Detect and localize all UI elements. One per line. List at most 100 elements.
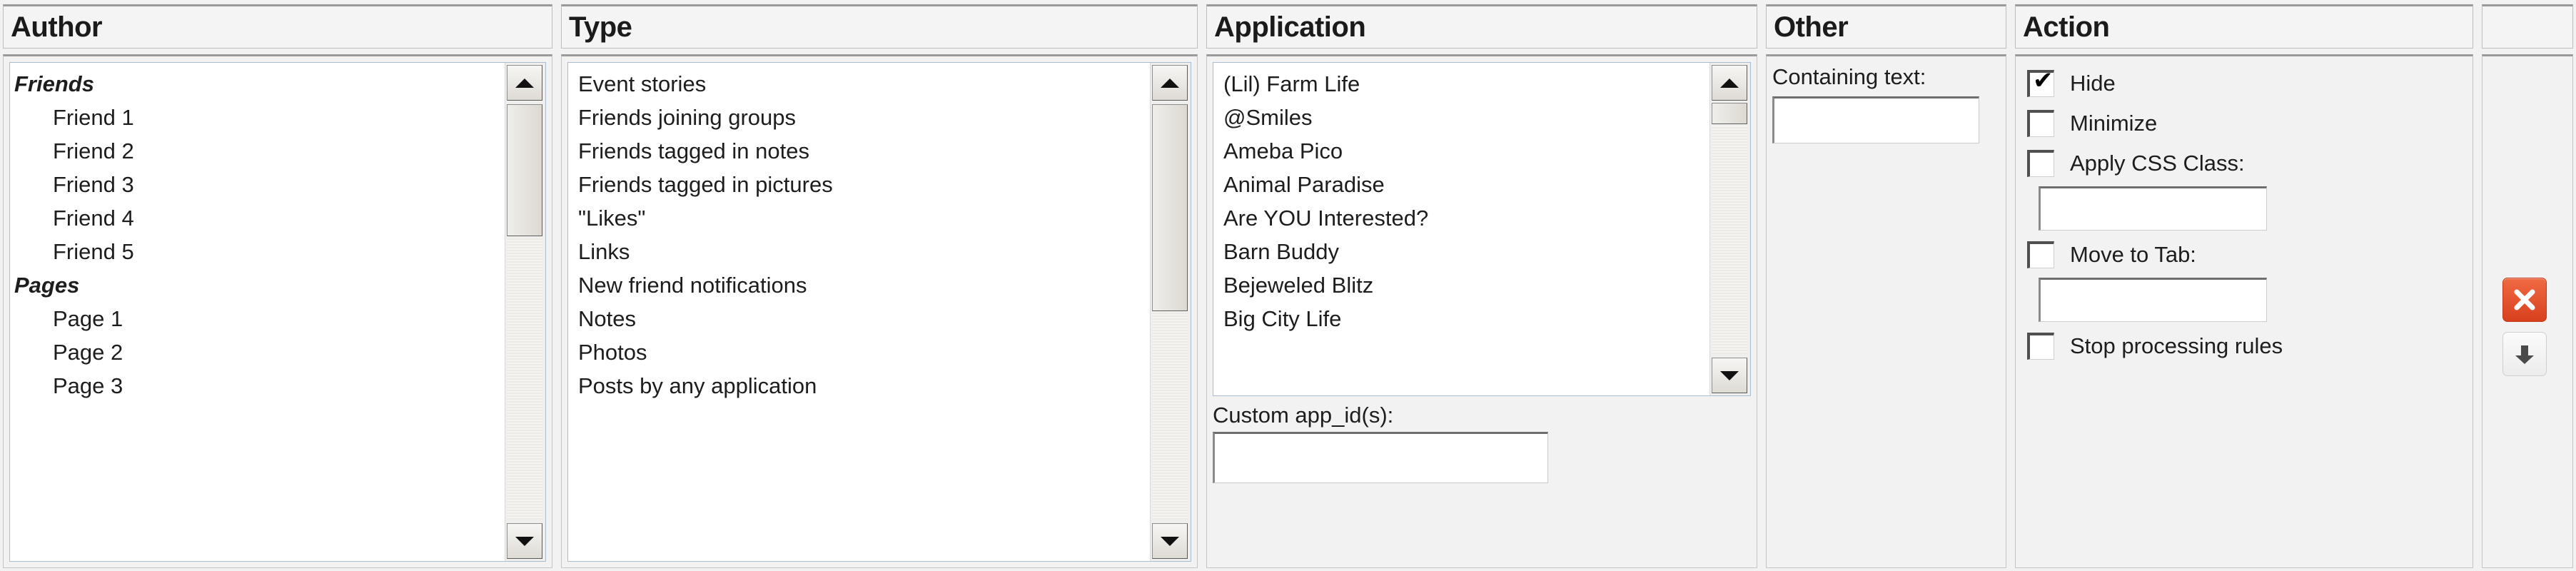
author-scroll-up-button[interactable]	[507, 65, 542, 101]
move-to-tab-label: Move to Tab:	[2070, 242, 2196, 267]
column-title-application: Application	[1214, 11, 1366, 43]
application-scrollbar[interactable]	[1709, 63, 1750, 395]
checkmark-icon	[2033, 240, 2051, 258]
list-item[interactable]: Friend 2	[10, 134, 502, 168]
move-to-tab-checkbox[interactable]	[2027, 241, 2054, 268]
list-item[interactable]: Barn Buddy	[1213, 235, 1707, 268]
column-header-controls	[2482, 4, 2573, 49]
rule-editor-row: Author Friends Friend 1 Friend 2 Friend 3 Fr…	[0, 0, 2576, 571]
minimize-label: Minimize	[2070, 111, 2158, 136]
list-item[interactable]: Page 1	[10, 302, 502, 335]
column-header-author: Author	[3, 4, 552, 49]
application-scroll-down-button[interactable]	[1712, 358, 1747, 393]
column-title-author: Author	[11, 11, 103, 43]
list-item[interactable]: Friends tagged in notes	[568, 134, 1148, 168]
application-scroll-up-button[interactable]	[1712, 65, 1747, 101]
checkmark-icon: ✔	[2033, 66, 2054, 95]
close-x-icon	[2514, 289, 2535, 310]
list-item[interactable]: Friend 1	[10, 101, 502, 134]
list-item[interactable]: Photos	[568, 335, 1148, 369]
column-title-type: Type	[569, 11, 632, 43]
list-item[interactable]: Notes	[568, 302, 1148, 335]
action-stop-processing-row[interactable]: Stop processing rules	[2027, 326, 2467, 366]
type-scroll-track[interactable]	[1152, 311, 1188, 520]
list-item[interactable]: Links	[568, 235, 1148, 268]
application-listbox[interactable]: (Lil) Farm Life @Smiles Ameba Pico Animal P…	[1213, 62, 1751, 396]
list-item[interactable]: Pages	[10, 268, 502, 302]
list-item[interactable]: Friends joining groups	[568, 101, 1148, 134]
list-item[interactable]: Animal Paradise	[1213, 168, 1707, 201]
type-scrollbar[interactable]	[1150, 63, 1191, 561]
delete-rule-button[interactable]	[2502, 278, 2547, 322]
triangle-up-icon	[515, 78, 534, 88]
containing-text-label: Containing text:	[1772, 64, 1926, 89]
move-to-tab-input[interactable]	[2039, 278, 2267, 322]
stop-processing-checkbox[interactable]	[2027, 333, 2054, 360]
list-item[interactable]: Friends tagged in pictures	[568, 168, 1148, 201]
action-apply-css-row[interactable]: Apply CSS Class:	[2027, 143, 2467, 183]
list-item[interactable]: Friend 3	[10, 168, 502, 201]
list-item[interactable]: (Lil) Farm Life	[1213, 67, 1707, 101]
triangle-up-icon	[1720, 78, 1739, 88]
application-scroll-thumb[interactable]	[1712, 103, 1747, 124]
containing-text-input[interactable]	[1772, 96, 1979, 143]
list-item[interactable]: Page 2	[10, 335, 502, 369]
list-item[interactable]: Posts by any application	[568, 369, 1148, 403]
author-list-items: Friends Friend 1 Friend 2 Friend 3 Friend 4F…	[10, 67, 502, 561]
column-other: Other Containing text:	[1763, 0, 2009, 571]
type-scroll-up-button[interactable]	[1152, 65, 1188, 101]
hide-checkbox[interactable]: ✔	[2027, 66, 2054, 97]
hide-label: Hide	[2070, 71, 2116, 96]
author-scroll-thumb[interactable]	[507, 104, 542, 236]
column-row-controls	[2479, 0, 2576, 571]
apply-css-checkbox[interactable]	[2027, 150, 2054, 177]
type-list-items: Event stories Friends joining groups Frien…	[568, 67, 1148, 561]
column-body-type: Event stories Friends joining groups Frien…	[561, 54, 1198, 568]
action-minimize-row[interactable]: Minimize	[2027, 103, 2467, 143]
custom-app-id-input[interactable]	[1213, 432, 1548, 483]
column-body-action: ✔ Hide Minimize Apply CSS Class: Move to…	[2015, 54, 2473, 568]
triangle-up-icon	[1161, 78, 1179, 88]
author-scrollbar[interactable]	[505, 63, 545, 561]
stop-processing-label: Stop processing rules	[2070, 333, 2283, 358]
application-list-items: (Lil) Farm Life @Smiles Ameba Pico Animal P…	[1213, 67, 1707, 395]
apply-css-label: Apply CSS Class:	[2070, 151, 2245, 176]
list-item[interactable]: Bejeweled Blitz	[1213, 268, 1707, 302]
list-item[interactable]: "Likes"	[568, 201, 1148, 235]
column-header-application: Application	[1206, 4, 1757, 49]
checkmark-icon	[2033, 331, 2051, 350]
list-item[interactable]: Friend 5	[10, 235, 502, 268]
list-item[interactable]: Ameba Pico	[1213, 134, 1707, 168]
column-body-controls	[2482, 54, 2573, 568]
checkmark-icon	[2033, 108, 2051, 127]
list-item[interactable]: Friend 4	[10, 201, 502, 235]
triangle-down-icon	[1161, 536, 1179, 546]
column-action: Action ✔ Hide Minimize Apply CSS Class:	[2012, 0, 2476, 571]
column-title-action: Action	[2023, 11, 2110, 43]
list-item[interactable]: Event stories	[568, 67, 1148, 101]
action-move-to-tab-row[interactable]: Move to Tab:	[2027, 235, 2467, 275]
column-body-application: (Lil) Farm Life @Smiles Ameba Pico Animal P…	[1206, 54, 1757, 568]
css-class-input[interactable]	[2039, 186, 2267, 231]
list-item[interactable]: Are YOU Interested?	[1213, 201, 1707, 235]
list-item[interactable]: New friend notifications	[568, 268, 1148, 302]
column-body-other: Containing text:	[1766, 54, 2006, 568]
author-listbox[interactable]: Friends Friend 1 Friend 2 Friend 3 Friend 4F…	[9, 62, 546, 562]
checkmark-icon	[2033, 148, 2051, 167]
type-scroll-thumb[interactable]	[1152, 104, 1188, 311]
application-scroll-track[interactable]	[1712, 126, 1747, 354]
author-scroll-track[interactable]	[507, 238, 542, 520]
list-item[interactable]: Big City Life	[1213, 302, 1707, 335]
move-rule-down-button[interactable]	[2502, 332, 2547, 376]
triangle-down-icon	[1720, 370, 1739, 380]
author-scroll-down-button[interactable]	[507, 523, 542, 559]
list-item[interactable]: Friends	[10, 67, 502, 101]
list-item[interactable]: Page 3	[10, 369, 502, 403]
type-scroll-down-button[interactable]	[1152, 523, 1188, 559]
type-listbox[interactable]: Event stories Friends joining groups Frien…	[567, 62, 1191, 562]
action-hide-row[interactable]: ✔ Hide	[2027, 64, 2467, 103]
list-item[interactable]: @Smiles	[1213, 101, 1707, 134]
column-application: Application (Lil) Farm Life @Smiles Ameba …	[1203, 0, 1760, 571]
custom-app-id-label: Custom app_id(s):	[1213, 403, 1394, 428]
minimize-checkbox[interactable]	[2027, 110, 2054, 137]
